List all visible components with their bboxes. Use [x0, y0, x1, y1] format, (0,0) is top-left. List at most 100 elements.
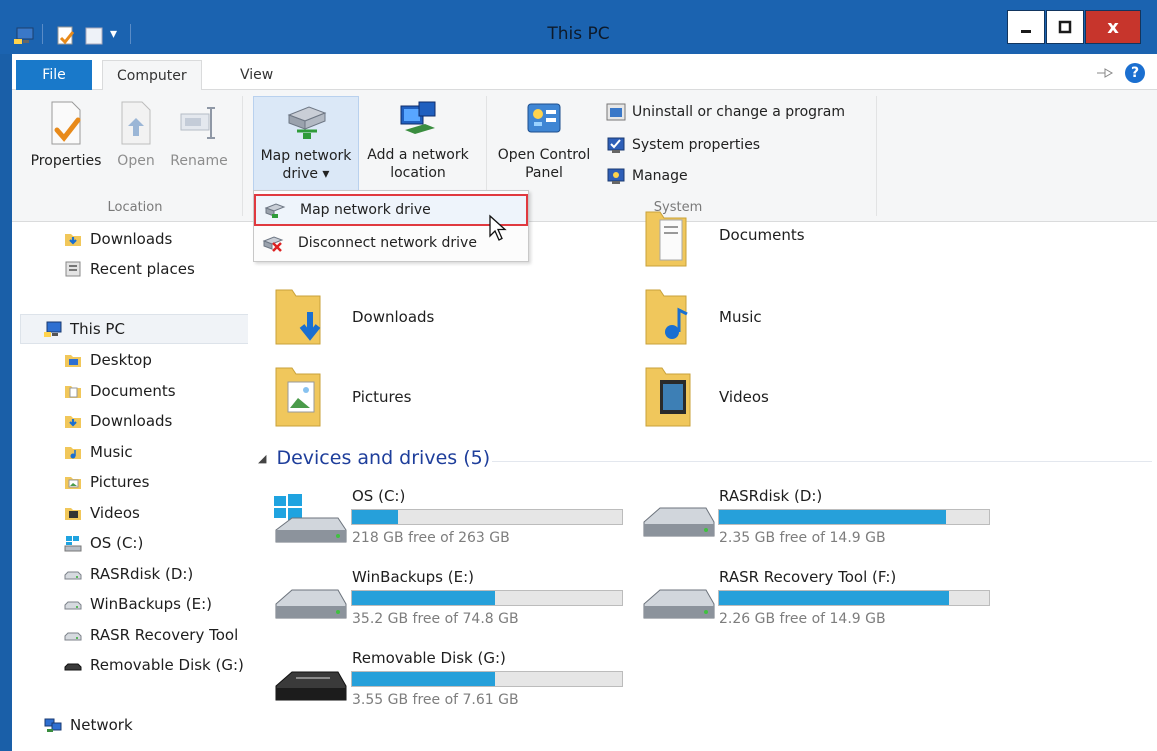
- drive-rasr-recovery-tool-f[interactable]: [640, 586, 716, 630]
- map-network-drive-button[interactable]: Map network drive ▾: [253, 96, 359, 194]
- menu-item-label: Map network drive: [300, 202, 431, 218]
- properties-button[interactable]: Properties: [26, 96, 106, 170]
- map-network-drive-label-1: Map network: [260, 148, 352, 164]
- mouse-cursor-icon: [489, 214, 507, 241]
- folder-music[interactable]: [642, 286, 692, 352]
- nav-item-rasr-recovery-tool[interactable]: RASR Recovery Tool: [64, 623, 238, 647]
- tab-view[interactable]: View: [226, 60, 287, 90]
- nav-item-network[interactable]: Network: [44, 713, 133, 737]
- help-icon[interactable]: ?: [1125, 63, 1145, 83]
- os-drive-icon: [64, 536, 82, 552]
- nav-item-rasrdisk-d[interactable]: RASRdisk (D:): [64, 562, 193, 586]
- drive-free-removable-disk-g: 3.55 GB free of 7.61 GB: [352, 692, 519, 708]
- add-network-location-icon: [400, 101, 436, 134]
- nav-item-removable-disk-g[interactable]: Removable Disk (G:): [64, 653, 244, 677]
- drive-icon: [64, 632, 82, 641]
- nav-item-label: OS (C:): [90, 534, 144, 552]
- documents-folder-icon: [645, 211, 687, 267]
- videos-folder-icon: [645, 367, 691, 427]
- documents-folder-icon: [65, 386, 81, 398]
- open-control-panel-button[interactable]: Open Control Panel: [494, 96, 594, 182]
- nav-item-label: This PC: [70, 320, 125, 338]
- ribbon: Properties Open Rename Location Map netw…: [12, 90, 1157, 222]
- nav-item-label: Downloads: [90, 230, 173, 248]
- folder-pictures[interactable]: [272, 364, 326, 434]
- folder-downloads[interactable]: [272, 286, 326, 352]
- folder-documents[interactable]: [642, 208, 690, 274]
- nav-item-label: RASR Recovery Tool: [90, 626, 239, 644]
- folder-label-videos: Videos: [719, 388, 769, 406]
- title-bar[interactable]: ▾ This PC x: [0, 0, 1157, 54]
- nav-item-downloads[interactable]: Downloads: [64, 409, 172, 433]
- minimize-button[interactable]: [1007, 10, 1045, 44]
- open-button[interactable]: Open: [112, 96, 160, 170]
- drive-free-winbackups-e: 35.2 GB free of 74.8 GB: [352, 611, 519, 627]
- system-properties-button[interactable]: System properties: [606, 135, 760, 155]
- add-network-location-button[interactable]: Add a network location: [364, 96, 472, 182]
- removable-drive-icon: [275, 671, 347, 701]
- nav-item-label: Videos: [90, 504, 140, 522]
- drive-usage-bar-removable-disk-g: [351, 671, 623, 687]
- nav-item-videos[interactable]: Videos: [64, 501, 140, 525]
- disconnect-network-drive-icon: [262, 236, 284, 252]
- menu-item-label: Disconnect network drive: [298, 235, 477, 251]
- manage-label: Manage: [632, 168, 688, 184]
- drive-usage-bar-rasr-recovery-tool-f: [718, 590, 990, 606]
- drive-icon: [64, 601, 82, 610]
- nav-item-label: Desktop: [90, 351, 152, 369]
- pictures-folder-icon: [275, 367, 321, 427]
- nav-item-downloads-quick[interactable]: Downloads: [64, 227, 172, 251]
- explorer-window: ▾ This PC x File Computer View ? Propert…: [0, 0, 1157, 751]
- add-network-location-label-1: Add a network: [367, 147, 469, 163]
- downloads-folder-icon: [65, 234, 81, 246]
- menu-item-map-network-drive[interactable]: Map network drive: [254, 194, 528, 226]
- maximize-button[interactable]: [1046, 10, 1084, 44]
- nav-item-label: Documents: [90, 382, 176, 400]
- drive-name-removable-disk-g: Removable Disk (G:): [352, 649, 506, 667]
- devices-section-header[interactable]: ◢ Devices and drives (5): [258, 447, 490, 469]
- open-control-panel-label-1: Open Control: [497, 147, 591, 163]
- nav-item-documents[interactable]: Documents: [64, 379, 176, 403]
- folder-videos[interactable]: [642, 364, 696, 434]
- recent-places-icon: [65, 261, 81, 277]
- nav-item-os-c[interactable]: OS (C:): [64, 531, 143, 555]
- collapse-caret-icon[interactable]: ◢: [258, 452, 266, 465]
- downloads-folder-icon: [275, 289, 321, 345]
- drive-name-os-c: OS (C:): [352, 487, 406, 505]
- nav-item-label: Recent places: [90, 260, 195, 278]
- minimize-ribbon-icon[interactable]: [1096, 68, 1114, 78]
- drive-removable-disk-g[interactable]: [272, 668, 348, 714]
- tab-file[interactable]: File: [16, 60, 92, 90]
- map-network-drive-icon: [264, 203, 286, 218]
- map-network-drive-icon: [287, 106, 327, 139]
- music-folder-icon: [65, 447, 81, 459]
- drive-free-os-c: 218 GB free of 263 GB: [352, 530, 510, 546]
- rename-label: Rename: [170, 153, 228, 169]
- nav-item-desktop[interactable]: Desktop: [64, 348, 152, 372]
- ribbon-tab-bar: File Computer View ?: [12, 54, 1157, 91]
- manage-button[interactable]: Manage: [606, 166, 688, 186]
- rename-button[interactable]: Rename: [164, 96, 234, 170]
- drive-name-winbackups-e: WinBackups (E:): [352, 568, 474, 586]
- nav-item-label: Pictures: [90, 473, 150, 491]
- drive-icon: [643, 507, 715, 537]
- drive-rasrdisk-d[interactable]: [640, 504, 716, 548]
- add-network-location-label-2: location: [390, 165, 446, 181]
- nav-item-label: RASRdisk (D:): [90, 565, 194, 583]
- nav-item-recent-places[interactable]: Recent places: [64, 257, 195, 281]
- nav-item-winbackups-e[interactable]: WinBackups (E:): [64, 592, 212, 616]
- drive-name-rasr-recovery-tool-f: RASR Recovery Tool (F:): [719, 568, 897, 586]
- menu-item-disconnect-network-drive[interactable]: Disconnect network drive: [254, 227, 528, 259]
- drive-os-c[interactable]: [272, 494, 348, 554]
- music-folder-icon: [645, 289, 688, 345]
- nav-item-pictures[interactable]: Pictures: [64, 470, 149, 494]
- nav-item-music[interactable]: Music: [64, 440, 133, 464]
- uninstall-program-button[interactable]: Uninstall or change a program: [606, 102, 845, 122]
- tab-computer[interactable]: Computer: [102, 60, 202, 91]
- close-button[interactable]: x: [1085, 10, 1141, 44]
- nav-item-this-pc-content[interactable]: This PC: [44, 317, 125, 341]
- folder-label-pictures: Pictures: [352, 388, 412, 406]
- close-icon: x: [1107, 16, 1119, 38]
- drive-winbackups-e[interactable]: [272, 586, 348, 630]
- drive-usage-fill: [352, 510, 398, 524]
